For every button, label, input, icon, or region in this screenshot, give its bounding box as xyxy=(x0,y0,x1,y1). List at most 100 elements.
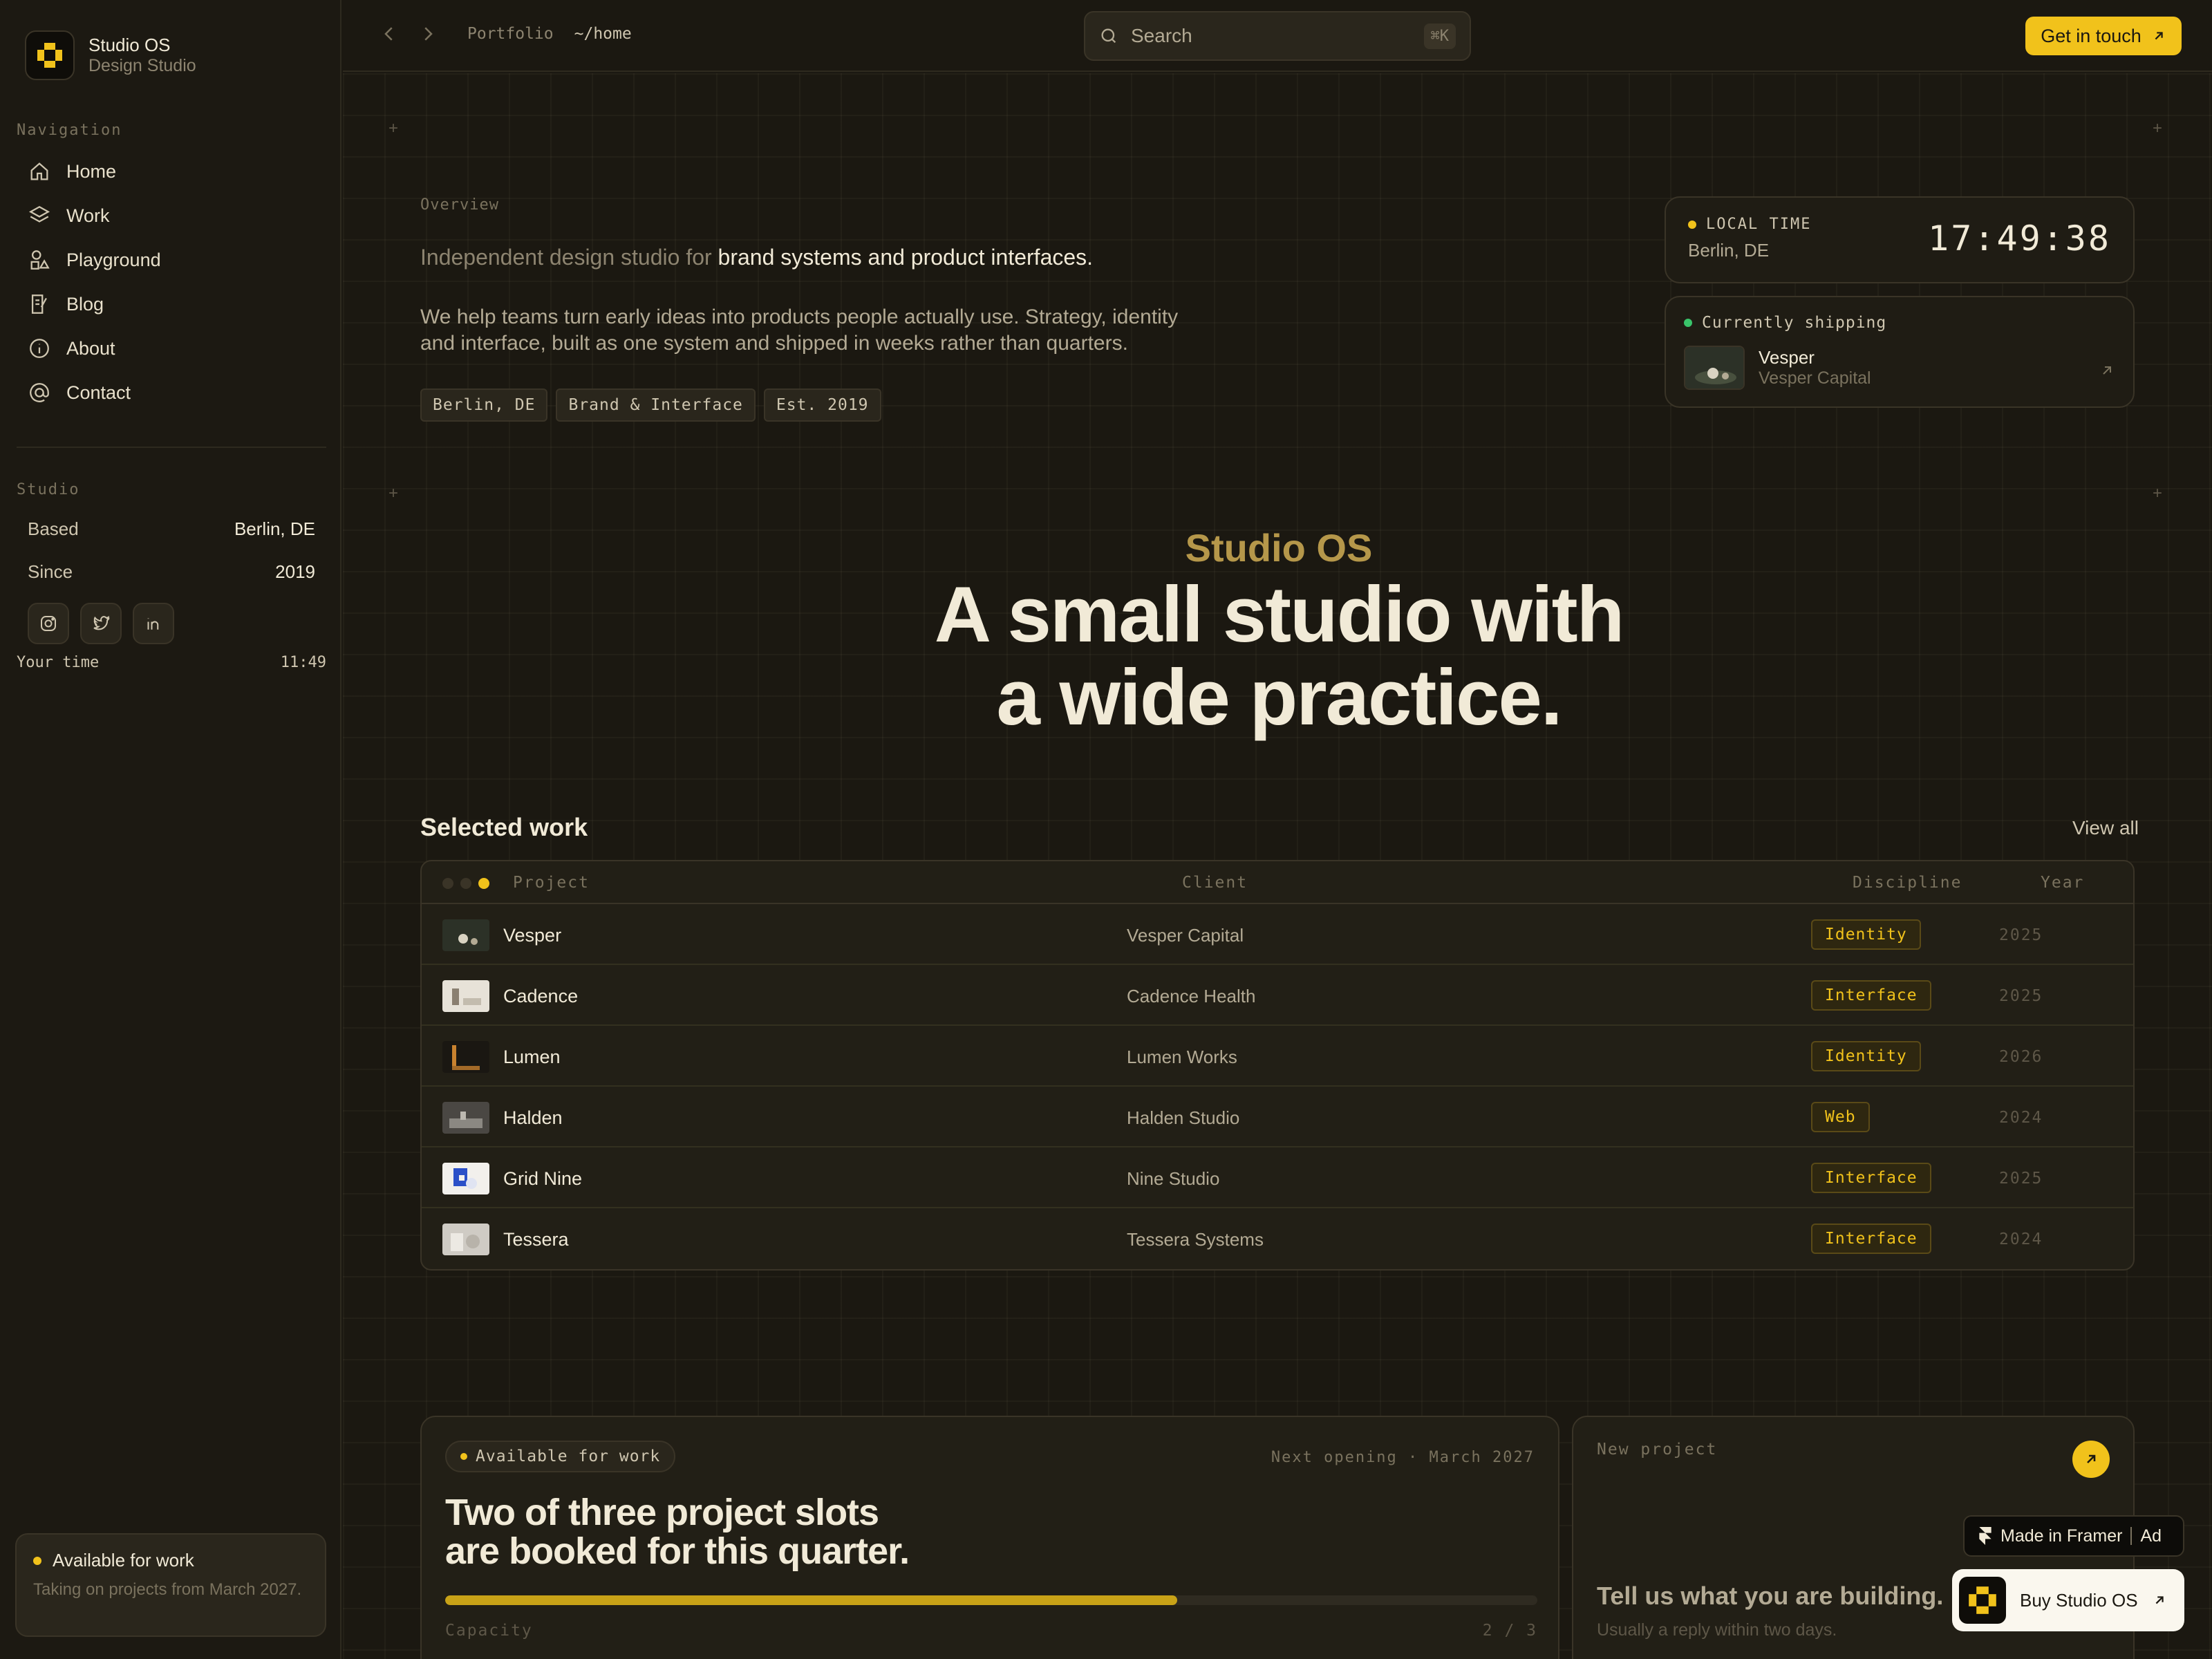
breadcrumb-root[interactable]: Portfolio xyxy=(467,25,554,43)
new-project-sub: Usually a reply within two days. xyxy=(1597,1620,1837,1640)
currently-shipping-card[interactable]: Currently shipping Vesper Vesper Capital xyxy=(1665,296,2135,408)
overview-body: We help teams turn early ideas into prod… xyxy=(420,306,1179,355)
crosshair-icon: + xyxy=(388,119,399,138)
status-dot-icon xyxy=(460,1453,467,1460)
availability-pill: Available for work xyxy=(445,1441,676,1472)
overview-lead-strong: brand systems and product interfaces. xyxy=(718,245,1094,270)
sidebar-item-blog[interactable]: Blog xyxy=(17,282,326,326)
discipline-badge: Interface xyxy=(1811,1163,1931,1193)
shipping-client: Vesper Capital xyxy=(1759,368,1871,388)
client-name: Halden Studio xyxy=(1127,1107,1240,1128)
cta-label: Get in touch xyxy=(2041,25,2141,46)
project-name: Tessera xyxy=(503,1229,569,1250)
new-project-label: New project xyxy=(1597,1441,1718,1459)
client-name: Vesper Capital xyxy=(1127,925,1244,946)
at-icon xyxy=(30,383,49,402)
sidebar-item-label: Playground xyxy=(66,249,161,270)
tag: Brand & Interface xyxy=(556,388,756,422)
sidebar-item-label: About xyxy=(66,337,115,359)
sidebar: Studio OS Design Studio Navigation Home … xyxy=(0,0,341,1659)
ad-label: Ad xyxy=(2140,1526,2162,1546)
new-project-button[interactable] xyxy=(2072,1441,2110,1478)
home-icon xyxy=(30,162,48,180)
project-year: 2026 xyxy=(1999,1048,2043,1066)
hero-title-line-1: A small studio with xyxy=(934,571,1625,659)
twitter-link[interactable] xyxy=(80,603,122,644)
your-time: Your time 11:49 xyxy=(17,654,326,671)
column-header-year[interactable]: Year xyxy=(2041,874,2084,892)
instagram-link[interactable] xyxy=(28,603,69,644)
availability-title: Available for work xyxy=(53,1550,194,1571)
sidebar-item-playground[interactable]: Playground xyxy=(17,238,326,282)
discipline-badge: Identity xyxy=(1811,1041,1921,1071)
search-icon xyxy=(1101,28,1116,44)
tag: Berlin, DE xyxy=(420,388,548,422)
sidebar-item-home[interactable]: Home xyxy=(17,149,326,194)
studio-section-label: Studio xyxy=(17,481,80,498)
overview-lead: Independent design studio for brand syst… xyxy=(420,245,1093,270)
capacity-headline-line-1: Two of three project slots xyxy=(445,1492,879,1533)
buy-studio-os-button[interactable]: Buy Studio OS xyxy=(1952,1569,2184,1631)
table-row[interactable]: Vesper Vesper Capital Identity 2025 xyxy=(422,904,2133,965)
capacity-headline: Two of three project slots are booked fo… xyxy=(445,1492,910,1571)
table-row[interactable]: Cadence Cadence Health Interface 2025 xyxy=(422,965,2133,1026)
badge-separator xyxy=(2130,1527,2133,1545)
twitter-icon xyxy=(93,615,110,630)
shapes-icon xyxy=(30,250,50,270)
instagram-icon xyxy=(41,616,56,631)
project-name: Grid Nine xyxy=(503,1168,583,1189)
framer-logo-icon xyxy=(1979,1527,1991,1545)
next-opening: Next opening · March 2027 xyxy=(1271,1449,1535,1466)
table-row[interactable]: Tessera Tessera Systems Interface 2024 xyxy=(422,1208,2133,1269)
project-thumbnail xyxy=(442,1041,489,1073)
column-header-client[interactable]: Client xyxy=(1182,874,1248,892)
overview-tags: Berlin, DE Brand & Interface Est. 2019 xyxy=(420,388,881,422)
work-table: Project Client Discipline Year Vesper Ve… xyxy=(420,860,2135,1271)
back-arrow-icon[interactable] xyxy=(379,24,400,44)
linkedin-link[interactable] xyxy=(133,603,174,644)
availability-card[interactable]: Available for work Taking on projects fr… xyxy=(15,1533,326,1637)
client-name: Tessera Systems xyxy=(1127,1229,1264,1250)
brand[interactable]: Studio OS Design Studio xyxy=(25,30,196,80)
brand-subtitle: Design Studio xyxy=(88,56,196,75)
arrow-up-right-icon xyxy=(2155,1596,2164,1604)
column-header-project[interactable]: Project xyxy=(513,874,590,892)
view-all-link[interactable]: View all xyxy=(2072,817,2139,839)
linkedin-icon xyxy=(147,618,159,630)
capacity-count: 2 / 3 xyxy=(1482,1622,1537,1640)
sidebar-item-label: Work xyxy=(66,205,110,226)
studio-row-since: Since 2019 xyxy=(28,561,315,583)
search-input[interactable]: Search ⌘K xyxy=(1084,11,1471,61)
discipline-badge: Identity xyxy=(1811,919,1921,950)
table-row[interactable]: Lumen Lumen Works Identity 2026 xyxy=(422,1026,2133,1087)
new-project-headline: Tell us what you are building. xyxy=(1597,1582,1944,1610)
sidebar-item-about[interactable]: About xyxy=(17,326,326,371)
your-time-label: Your time xyxy=(17,654,100,671)
sidebar-item-contact[interactable]: Contact xyxy=(17,371,326,415)
project-year: 2024 xyxy=(1999,1230,2043,1248)
project-year: 2025 xyxy=(1999,926,2043,944)
made-in-framer-badge[interactable]: Made in Framer Ad xyxy=(1963,1515,2184,1557)
breadcrumb-path: ~/home xyxy=(574,25,632,43)
column-header-discipline[interactable]: Discipline xyxy=(1853,874,1962,892)
table-row[interactable]: Halden Halden Studio Web 2024 xyxy=(422,1087,2133,1147)
sidebar-nav: Home Work Playground Blog About Contact xyxy=(17,149,326,415)
sidebar-item-work[interactable]: Work xyxy=(17,194,326,238)
sidebar-item-label: Home xyxy=(66,160,117,182)
studio-row-value: Berlin, DE xyxy=(234,518,315,539)
get-in-touch-button[interactable]: Get in touch xyxy=(2025,17,2182,55)
discipline-badge: Interface xyxy=(1811,980,1931,1011)
table-row[interactable]: Grid Nine Nine Studio Interface 2025 xyxy=(422,1147,2133,1208)
hero-title-line-2: a wide practice. xyxy=(996,654,1562,742)
client-name: Nine Studio xyxy=(1127,1168,1220,1189)
capacity-card: Available for work Next opening · March … xyxy=(420,1416,1559,1659)
local-time-label: LOCAL TIME xyxy=(1706,216,1812,233)
project-thumbnail xyxy=(442,1163,489,1194)
project-year: 2024 xyxy=(1999,1109,2043,1127)
overview-lead-muted: Independent design studio for xyxy=(420,245,712,270)
forward-arrow-icon[interactable] xyxy=(418,24,438,44)
hero-title: A small studio with a wide practice. xyxy=(760,574,1797,740)
window-dots-icon xyxy=(442,878,489,889)
shipping-label: Currently shipping xyxy=(1702,314,1887,332)
edit-icon xyxy=(31,294,47,314)
